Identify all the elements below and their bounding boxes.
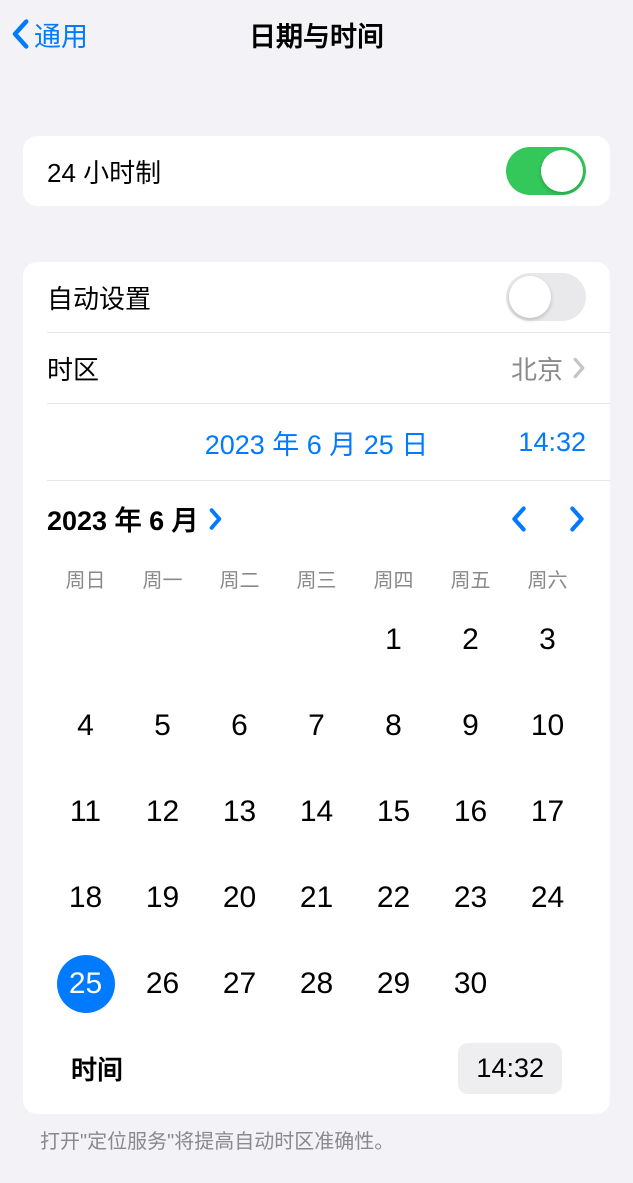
section-date-time: 自动设置 时区 北京 2023 年 6 月 25 日 14:32 2023 年 … bbox=[23, 262, 610, 1114]
day-cell[interactable]: 1 bbox=[355, 611, 432, 669]
day-cell[interactable]: 24 bbox=[509, 869, 586, 927]
day-cell[interactable]: 26 bbox=[124, 955, 201, 1013]
weekday-label: 周六 bbox=[509, 556, 586, 601]
twenty-four-hour-label: 24 小时制 bbox=[47, 153, 161, 190]
calendar-header: 2023 年 6 月 bbox=[47, 499, 586, 538]
chevron-right-icon bbox=[573, 357, 586, 379]
row-auto-set: 自动设置 bbox=[23, 262, 610, 332]
day-cell[interactable]: 18 bbox=[47, 869, 124, 927]
day-cell[interactable]: 7 bbox=[278, 697, 355, 755]
header: 通用 日期与时间 bbox=[0, 0, 633, 68]
day-cell[interactable]: 8 bbox=[355, 697, 432, 755]
day-cell[interactable]: 29 bbox=[355, 955, 432, 1013]
selected-time[interactable]: 14:32 bbox=[518, 427, 586, 458]
day-empty bbox=[47, 611, 124, 669]
chevron-left-icon bbox=[10, 19, 30, 49]
day-cell[interactable]: 14 bbox=[278, 783, 355, 841]
day-empty bbox=[201, 611, 278, 669]
time-label: 时间 bbox=[71, 1050, 123, 1087]
day-cell[interactable]: 23 bbox=[432, 869, 509, 927]
day-cell[interactable]: 27 bbox=[201, 955, 278, 1013]
day-cell[interactable]: 15 bbox=[355, 783, 432, 841]
day-empty bbox=[124, 611, 201, 669]
time-picker[interactable]: 14:32 bbox=[458, 1043, 562, 1094]
day-cell[interactable]: 19 bbox=[124, 869, 201, 927]
back-button[interactable]: 通用 bbox=[10, 15, 88, 54]
section-24-hour: 24 小时制 bbox=[23, 136, 610, 206]
next-month-button[interactable] bbox=[568, 505, 586, 533]
days-grid: 1234567891011121314151617181920212223242… bbox=[47, 611, 586, 1013]
day-cell[interactable]: 25 bbox=[47, 955, 124, 1013]
toggle-knob bbox=[509, 276, 551, 318]
month-nav bbox=[510, 505, 586, 533]
day-cell[interactable]: 22 bbox=[355, 869, 432, 927]
day-cell[interactable]: 12 bbox=[124, 783, 201, 841]
day-cell[interactable]: 13 bbox=[201, 783, 278, 841]
day-cell[interactable]: 2 bbox=[432, 611, 509, 669]
day-cell[interactable]: 4 bbox=[47, 697, 124, 755]
weekday-header: 周日周一周二周三周四周五周六 bbox=[47, 556, 586, 601]
row-selected-datetime: 2023 年 6 月 25 日 14:32 bbox=[23, 404, 610, 480]
day-cell[interactable]: 16 bbox=[432, 783, 509, 841]
timezone-label: 时区 bbox=[47, 350, 99, 387]
prev-month-button[interactable] bbox=[510, 505, 528, 533]
weekday-label: 周五 bbox=[432, 556, 509, 601]
calendar: 2023 年 6 月 bbox=[23, 481, 610, 1114]
auto-set-label: 自动设置 bbox=[47, 279, 151, 316]
row-timezone[interactable]: 时区 北京 bbox=[23, 333, 610, 403]
day-cell[interactable]: 17 bbox=[509, 783, 586, 841]
weekday-label: 周日 bbox=[47, 556, 124, 601]
day-cell[interactable]: 28 bbox=[278, 955, 355, 1013]
weekday-label: 周四 bbox=[355, 556, 432, 601]
row-time: 时间 14:32 bbox=[47, 1023, 586, 1094]
day-cell[interactable]: 9 bbox=[432, 697, 509, 755]
timezone-value: 北京 bbox=[511, 350, 563, 387]
auto-set-toggle[interactable] bbox=[506, 273, 586, 321]
weekday-label: 周三 bbox=[278, 556, 355, 601]
weekday-label: 周二 bbox=[201, 556, 278, 601]
back-label: 通用 bbox=[34, 15, 88, 54]
selected-date[interactable]: 2023 年 6 月 25 日 bbox=[205, 423, 429, 462]
day-cell[interactable]: 21 bbox=[278, 869, 355, 927]
day-empty bbox=[278, 611, 355, 669]
day-cell[interactable]: 30 bbox=[432, 955, 509, 1013]
footer-note: 打开"定位服务"将提高自动时区准确性。 bbox=[0, 1114, 633, 1156]
timezone-value-wrapper: 北京 bbox=[511, 350, 586, 387]
month-label: 2023 年 6 月 bbox=[47, 499, 199, 538]
chevron-right-icon bbox=[209, 508, 223, 530]
weekday-label: 周一 bbox=[124, 556, 201, 601]
page-title: 日期与时间 bbox=[249, 15, 384, 54]
day-cell[interactable]: 6 bbox=[201, 697, 278, 755]
row-24-hour: 24 小时制 bbox=[23, 136, 610, 206]
toggle-knob bbox=[541, 150, 583, 192]
day-cell[interactable]: 11 bbox=[47, 783, 124, 841]
twenty-four-hour-toggle[interactable] bbox=[506, 147, 586, 195]
day-cell[interactable]: 5 bbox=[124, 697, 201, 755]
month-selector[interactable]: 2023 年 6 月 bbox=[47, 499, 223, 538]
day-cell[interactable]: 3 bbox=[509, 611, 586, 669]
day-cell[interactable]: 10 bbox=[509, 697, 586, 755]
day-cell[interactable]: 20 bbox=[201, 869, 278, 927]
